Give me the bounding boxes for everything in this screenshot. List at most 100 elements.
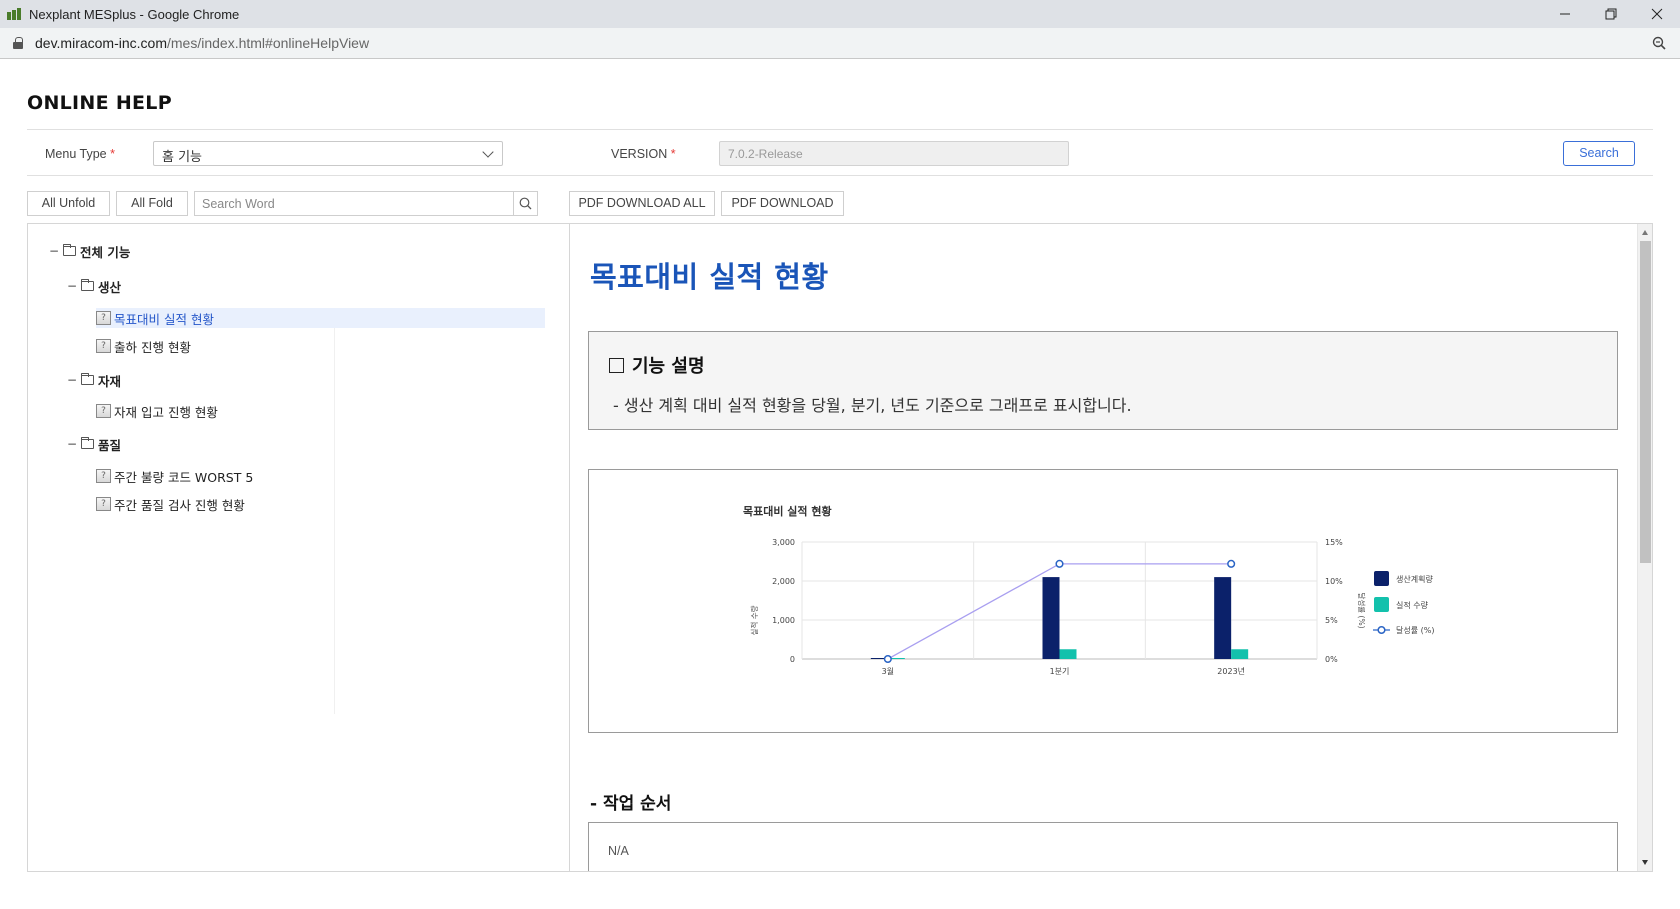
steps-heading: - 작업 순서 [590,794,672,814]
browser-titlebar: Nexplant MESplus - Google Chrome [0,0,1680,28]
help-doc-icon: ? [96,339,111,353]
legend-swatch-actual [1374,597,1389,612]
scroll-down-icon[interactable] [1642,860,1648,865]
minimize-button[interactable] [1542,0,1588,28]
tree-node-group[interactable]: − 생산 [67,276,121,296]
tree-node-label: 품질 [98,437,122,453]
achievement-chart: 목표대비 실적 현황 0 1,000 2,000 3,000 0% 5% 10% 15% 3월 1… [743,504,1434,676]
tree-node-label: 전체 기능 [80,244,131,260]
legend-swatch-plan [1374,571,1389,586]
tree-item[interactable]: ? 주간 품질 검사 진행 현황 [96,494,245,514]
tree-item-selected[interactable]: ? 목표대비 실적 현황 [96,308,545,328]
folder-icon [81,279,94,291]
address-bar[interactable]: dev.miracom-inc.com/mes/index.html#onlin… [0,28,1680,59]
tree-item-label: 출하 진행 현황 [114,339,191,355]
y-tick-label: 1,000 [772,616,795,625]
chart-title: 목표대비 실적 현황 [743,504,832,518]
divider [27,175,1653,176]
square-bullet-icon [609,357,624,373]
help-content-panel: 목표대비 실적 현황 기능 설명 - 생산 계획 대비 실적 현황을 당월, 분… [569,223,1653,872]
tree-node-label: 생산 [98,279,122,295]
y2-tick-label: 5% [1325,616,1338,625]
tree-node-label: 자재 [98,373,122,389]
lock-icon [13,37,23,49]
legend-label: 생산계획량 [1396,574,1433,584]
bar-plan [1042,577,1060,659]
description-box: 기능 설명 - 생산 계획 대비 실적 현황을 당월, 분기, 년도 기준으로 … [588,331,1618,430]
all-fold-button[interactable]: All Fold [116,191,188,216]
search-icon [519,197,532,210]
help-doc-icon: ? [96,311,111,325]
folder-icon [63,244,76,256]
search-button[interactable]: Search [1563,141,1635,166]
tree-node-root[interactable]: − 전체 기능 [49,241,130,261]
tree-item-label: 주간 불량 코드 WORST 5 [114,469,254,485]
tree-item[interactable]: ? 자재 입고 진행 현황 [96,401,218,421]
url-text[interactable]: dev.miracom-inc.com/mes/index.html#onlin… [35,35,369,51]
description-text: - 생산 계획 대비 실적 현황을 당월, 분기, 년도 기준으로 그래프로 표… [613,396,1132,415]
help-doc-icon: ? [96,404,111,418]
steps-box: N/A [588,822,1618,871]
vertical-scrollbar[interactable] [1637,224,1652,871]
menu-type-label: Menu Type * [45,147,115,161]
steps-text: N/A [608,844,629,858]
x-tick-label: 1분기 [1050,667,1070,676]
window-title: Nexplant MESplus - Google Chrome [29,6,240,22]
menu-tree-panel: − 전체 기능 − 생산 ? 목표대비 실적 현황 ? 출하 진행 현황 − 자… [27,223,570,872]
bar-actual [1231,649,1249,659]
chart-box: 목표대비 실적 현황 0 1,000 2,000 3,000 0% 5% 10% 15% 3월 1… [588,469,1618,733]
tree-node-group[interactable]: − 자재 [67,370,121,390]
scroll-up-icon[interactable] [1642,230,1648,235]
collapse-icon[interactable]: − [67,373,77,387]
collapse-icon[interactable]: − [67,437,77,451]
y2-axis-label: 달성률 (%) [1357,592,1366,628]
divider [334,324,335,714]
legend-marker-rate [1377,625,1386,635]
close-button[interactable] [1634,0,1680,28]
all-unfold-button[interactable]: All Unfold [27,191,110,216]
pdf-download-button[interactable]: PDF DOWNLOAD [721,191,844,216]
legend-label: 달성률 (%) [1396,626,1434,635]
y-tick-label: 2,000 [772,577,795,586]
tree-node-group[interactable]: − 품질 [67,434,121,454]
search-word-input[interactable] [195,192,513,215]
menu-type-label-text: Menu Type [45,147,107,161]
url-path: /mes/index.html#onlineHelpView [167,35,370,51]
collapse-icon[interactable]: − [49,244,59,258]
app-logo-icon [7,8,23,20]
x-tick-label: 2023년 [1217,666,1245,676]
y2-tick-label: 0% [1325,655,1338,664]
search-word-button[interactable] [513,192,537,215]
y2-tick-label: 15% [1325,538,1343,547]
legend-label: 실적 수량 [1396,600,1429,610]
version-field: 7.0.2-Release [719,141,1069,166]
scrollbar-thumb[interactable] [1640,241,1651,563]
zoom-out-icon[interactable] [1652,36,1666,50]
content-title: 목표대비 실적 현황 [590,260,829,294]
tree-item[interactable]: ? 주간 불량 코드 WORST 5 [96,466,253,486]
menu-type-select[interactable]: 홈 기능 [153,141,503,166]
chart-legend: 생산계획량실적 수량달성률 (%) [1373,571,1434,635]
version-label-text: VERSION [611,147,668,161]
rate-point [1227,559,1236,568]
collapse-icon[interactable]: − [67,279,77,293]
pdf-download-all-button[interactable]: PDF DOWNLOAD ALL [569,191,715,216]
bar-plan [1214,577,1232,659]
x-tick-label: 3월 [882,666,894,676]
close-icon [1651,8,1663,20]
tree-item-label: 주간 품질 검사 진행 현황 [114,497,245,513]
tree-item-label: 목표대비 실적 현황 [114,311,214,327]
folder-icon [81,437,94,449]
tree-item[interactable]: ? 출하 진행 현황 [96,336,191,356]
tree-item-label: 자재 입고 진행 현황 [114,404,218,420]
chevron-down-icon [482,146,494,158]
folder-icon [81,373,94,385]
bar-actual [1059,649,1077,659]
y-axis-label: 실적 수량 [749,605,759,635]
rate-point [883,654,892,664]
description-heading-text: 기능 설명 [632,356,705,377]
menu-type-value: 홈 기능 [162,150,203,165]
restore-button[interactable] [1588,0,1634,28]
help-doc-icon: ? [96,469,111,483]
version-label: VERSION * [611,147,676,161]
